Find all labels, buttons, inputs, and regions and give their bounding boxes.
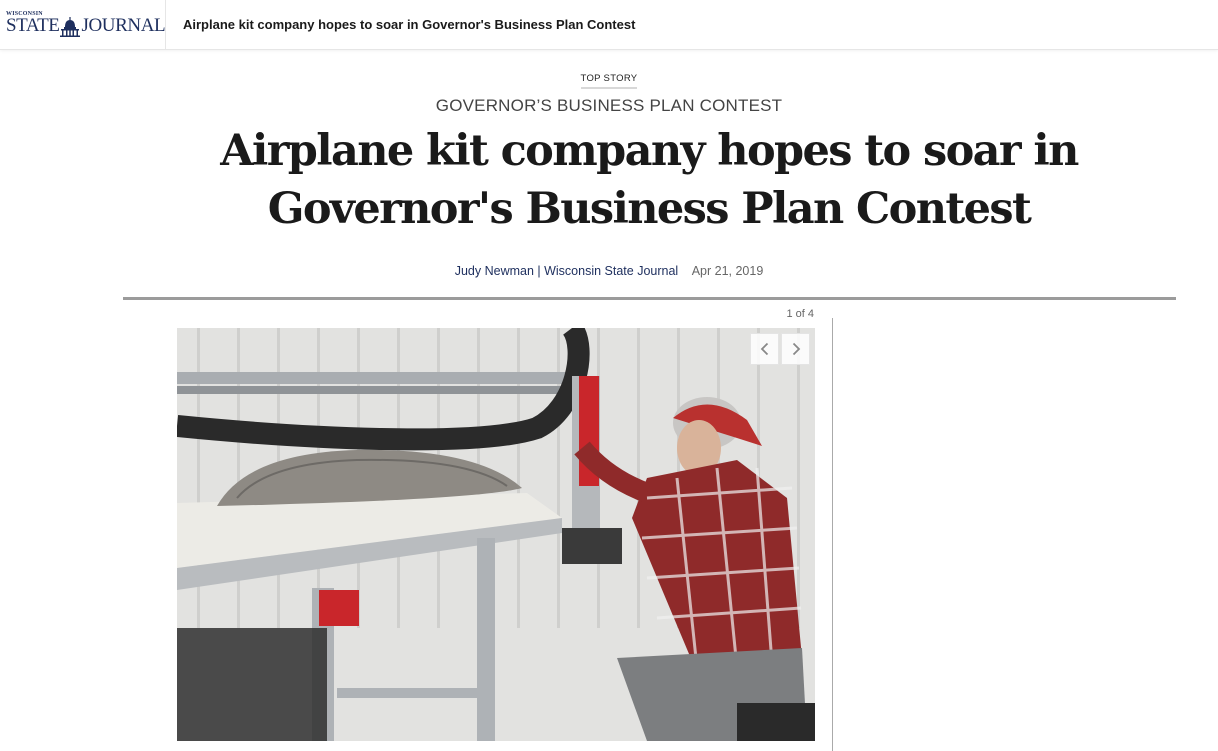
topbar-article-title[interactable]: Airplane kit company hopes to soar in Go…: [183, 17, 635, 32]
site-logo[interactable]: WISCONSIN STATE JOURNAL: [0, 0, 166, 50]
gallery-counter: 1 of 4: [786, 308, 814, 320]
logo-word-right: JOURNAL: [81, 15, 166, 36]
section-label[interactable]: GOVERNOR’S BUSINESS PLAN CONTEST: [0, 96, 1218, 116]
gallery-photo[interactable]: [177, 328, 815, 741]
gallery-next-button[interactable]: [781, 333, 810, 365]
workshop-photo-illustration: [177, 328, 815, 741]
capitol-dome-icon: [60, 17, 81, 37]
gallery-prev-button[interactable]: [750, 333, 779, 365]
chevron-right-icon: [792, 342, 800, 356]
top-bar: WISCONSIN STATE JOURNAL Airplane kit com…: [0, 0, 1218, 50]
logo-word-left: STATE: [6, 15, 60, 36]
kicker-row: TOP STORY: [0, 68, 1218, 89]
top-story-tag[interactable]: TOP STORY: [580, 73, 638, 89]
chevron-left-icon: [760, 342, 768, 356]
column-divider: [832, 318, 833, 751]
article-headline: Airplane kit company hopes to soar in Go…: [220, 126, 1079, 234]
logo-wordmark: STATE JOURNAL: [6, 15, 166, 37]
byline: Judy Newman | Wisconsin State Journal Ap…: [0, 264, 1218, 278]
author-link[interactable]: Judy Newman | Wisconsin State Journal: [455, 264, 678, 278]
header-divider: [123, 297, 1176, 300]
publish-date: Apr 21, 2019: [691, 264, 764, 278]
